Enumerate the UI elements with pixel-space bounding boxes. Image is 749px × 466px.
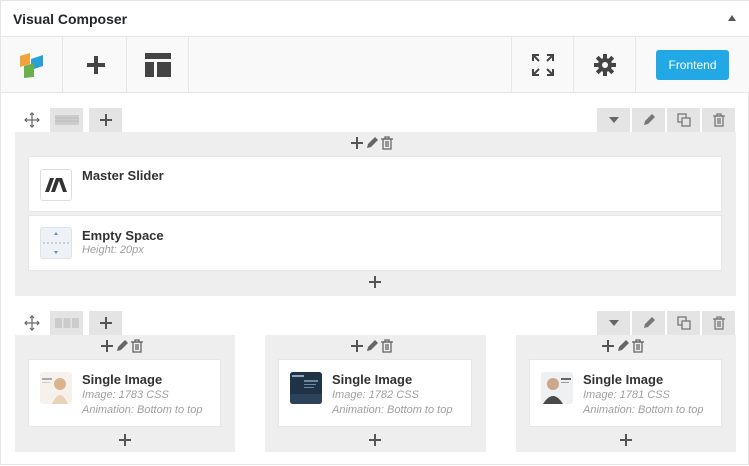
plus-icon — [119, 434, 131, 446]
row-2: Single Image Image: 1783 CSS Animation: … — [15, 311, 736, 466]
fullscreen-button[interactable] — [511, 37, 573, 92]
column: Single Image Image: 1782 CSS Animation: … — [265, 335, 486, 452]
copy-icon — [676, 316, 691, 330]
trash-icon — [712, 113, 725, 127]
element-title: Single Image — [332, 372, 413, 387]
frontend-button[interactable]: Frontend — [656, 50, 729, 80]
element-empty-space[interactable]: Empty Space Height: 20px — [28, 215, 722, 271]
add-element-plus[interactable] — [369, 434, 383, 448]
caret-down-icon — [608, 117, 619, 123]
copy-icon — [676, 113, 691, 127]
empty-space-icon — [40, 227, 72, 259]
columns-layout-icon — [54, 318, 79, 328]
row-delete-button[interactable] — [702, 108, 735, 132]
vc-logo-icon — [19, 52, 43, 78]
element-single-image[interactable]: Single Image Image: 1782 CSS Animation: … — [278, 359, 472, 427]
image-thumbnail — [290, 372, 322, 404]
row-edit-button[interactable] — [632, 311, 665, 335]
row-layout-button[interactable] — [50, 311, 83, 335]
row-edit-button[interactable] — [632, 108, 665, 132]
pencil-icon[interactable] — [616, 339, 630, 353]
plus-icon[interactable] — [351, 137, 363, 149]
plus-icon — [99, 114, 112, 126]
templates-button[interactable] — [127, 37, 189, 92]
visual-composer-panel: Visual Composer Frontend Master Slider E… — [0, 0, 749, 465]
plus-icon — [86, 55, 105, 74]
master-slider-icon — [40, 169, 72, 201]
plus-icon[interactable] — [101, 340, 113, 352]
columns-layout-icon — [54, 115, 79, 125]
caret-down-icon — [608, 320, 619, 326]
element-subtitle: Animation: Bottom to top — [332, 404, 453, 416]
row-controls — [15, 108, 736, 132]
element-subtitle: Image: 1782 CSS — [332, 389, 419, 401]
fullscreen-icon — [531, 53, 554, 76]
vc-logo-button[interactable] — [1, 37, 63, 92]
move-icon — [23, 112, 40, 128]
element-subtitle: Animation: Bottom to top — [82, 404, 203, 416]
plus-icon[interactable] — [602, 340, 614, 352]
row-1-column: Master Slider Empty Space Height: 20px — [15, 132, 736, 296]
element-single-image[interactable]: Single Image Image: 1783 CSS Animation: … — [28, 359, 221, 427]
add-element-plus[interactable] — [620, 434, 634, 448]
plus-icon[interactable] — [351, 340, 363, 352]
trash-icon[interactable] — [381, 136, 393, 150]
row-controls — [15, 311, 736, 335]
element-master-slider[interactable]: Master Slider — [28, 156, 722, 212]
pencil-icon[interactable] — [115, 339, 129, 353]
collapse-toggle-icon[interactable] — [728, 15, 736, 21]
element-subtitle: Height: 20px — [82, 244, 144, 256]
add-element-plus[interactable] — [369, 276, 383, 290]
gear-icon — [593, 53, 616, 76]
element-title: Master Slider — [82, 168, 164, 183]
element-subtitle: Animation: Bottom to top — [583, 404, 704, 416]
row-move-handle[interactable] — [15, 311, 48, 335]
add-element-plus[interactable] — [119, 434, 133, 448]
settings-button[interactable] — [573, 37, 635, 92]
column-actions — [101, 339, 143, 353]
row-1: Master Slider Empty Space Height: 20px — [15, 108, 736, 296]
element-title: Single Image — [82, 372, 163, 387]
row-clone-button[interactable] — [667, 108, 700, 132]
layout-template-icon — [144, 52, 171, 77]
row-2-columns: Single Image Image: 1783 CSS Animation: … — [15, 335, 736, 466]
trash-icon[interactable] — [131, 339, 143, 353]
row-add-column-button[interactable] — [89, 108, 122, 132]
row-clone-button[interactable] — [667, 311, 700, 335]
trash-icon — [712, 316, 725, 330]
add-element-button[interactable] — [65, 37, 127, 92]
pencil-icon — [643, 114, 655, 125]
row-toggle-button[interactable] — [597, 108, 630, 132]
element-title: Empty Space — [82, 228, 164, 243]
row-toggle-button[interactable] — [597, 311, 630, 335]
move-icon — [23, 315, 40, 331]
row-delete-button[interactable] — [702, 311, 735, 335]
plus-icon — [620, 434, 632, 446]
plus-icon — [99, 317, 112, 329]
row-add-column-button[interactable] — [89, 311, 122, 335]
image-thumbnail — [40, 372, 72, 404]
panel-title: Visual Composer — [13, 11, 128, 27]
row-layout-button[interactable] — [50, 108, 83, 132]
element-subtitle: Image: 1783 CSS — [82, 389, 169, 401]
pencil-icon — [643, 317, 655, 328]
column: Single Image Image: 1783 CSS Animation: … — [15, 335, 235, 452]
row-move-handle[interactable] — [15, 108, 48, 132]
column-actions — [351, 136, 393, 150]
panel-header: Visual Composer — [1, 1, 749, 37]
plus-icon — [369, 276, 381, 288]
plus-icon — [369, 434, 381, 446]
element-single-image[interactable]: Single Image Image: 1781 CSS Animation: … — [529, 359, 722, 427]
image-thumbnail — [541, 372, 573, 404]
trash-icon[interactable] — [632, 339, 644, 353]
column: Single Image Image: 1781 CSS Animation: … — [516, 335, 736, 452]
pencil-icon[interactable] — [365, 136, 379, 150]
element-subtitle: Image: 1781 CSS — [583, 389, 670, 401]
column-actions — [351, 339, 393, 353]
trash-icon[interactable] — [381, 339, 393, 353]
element-title: Single Image — [583, 372, 664, 387]
pencil-icon[interactable] — [365, 339, 379, 353]
toolbar: Frontend — [1, 37, 749, 93]
column-actions — [602, 339, 644, 353]
